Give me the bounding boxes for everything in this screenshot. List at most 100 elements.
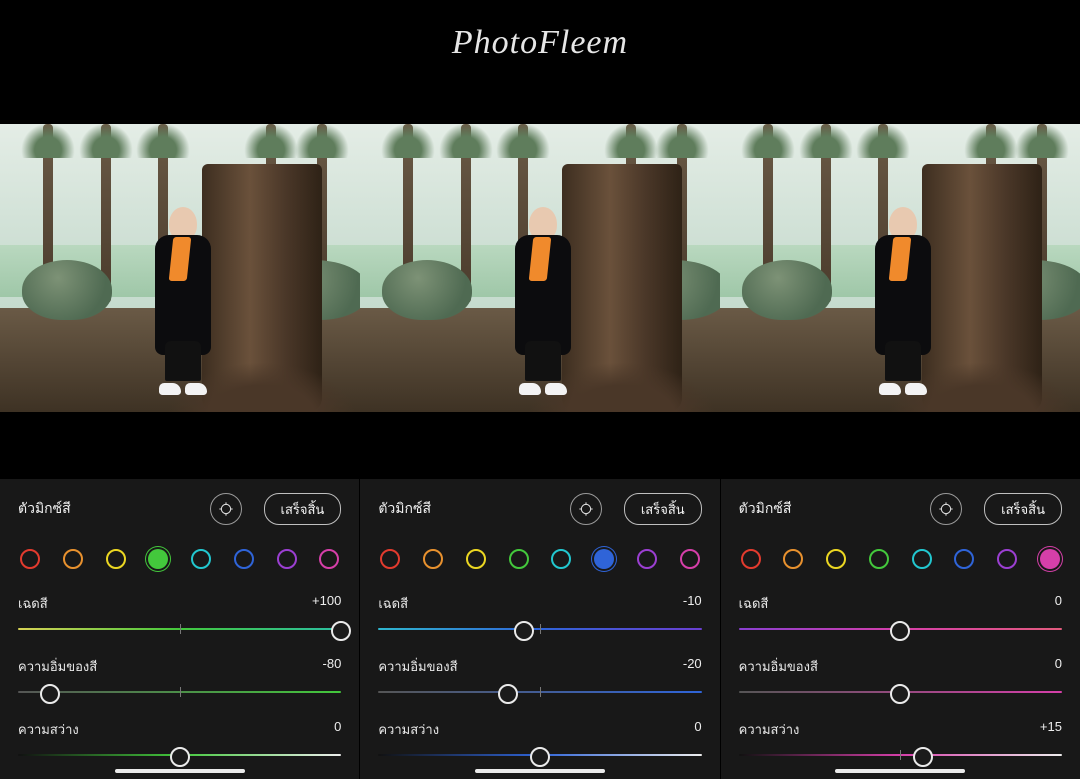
slider-row: ความอิ่มของสี -80 <box>18 656 341 699</box>
target-picker-button[interactable] <box>930 493 962 525</box>
color-swatch[interactable] <box>20 549 40 569</box>
color-mix-panel: ตัวมิกซ์สี เสร็จสิ้นเฉดสี +100 ความอิ่มของส… <box>0 479 359 779</box>
slider-value: -20 <box>683 656 702 677</box>
color-swatch[interactable] <box>319 549 339 569</box>
editor-panels-row: ตัวมิกซ์สี เสร็จสิ้นเฉดสี +100 ความอิ่มของส… <box>0 479 1080 779</box>
slider-value: +100 <box>312 593 341 614</box>
slider-row: เฉดสี 0 <box>739 593 1062 636</box>
color-swatch-row <box>741 549 1060 569</box>
slider-value: 0 <box>334 719 341 740</box>
target-icon <box>578 501 594 517</box>
slider-thumb[interactable] <box>498 684 518 704</box>
color-swatch[interactable] <box>869 549 889 569</box>
color-swatch[interactable] <box>954 549 974 569</box>
preview-image <box>360 124 720 412</box>
slider-thumb[interactable] <box>890 621 910 641</box>
done-button[interactable]: เสร็จสิ้น <box>984 493 1062 525</box>
target-picker-button[interactable] <box>570 493 602 525</box>
slider-label: ความอิ่มของสี <box>739 656 818 677</box>
target-icon <box>938 501 954 517</box>
panel-title: ตัวมิกซ์สี <box>378 498 431 520</box>
color-swatch[interactable] <box>997 549 1017 569</box>
color-swatch[interactable] <box>423 549 443 569</box>
slider-value: +15 <box>1040 719 1062 740</box>
color-swatch[interactable] <box>826 549 846 569</box>
slider-track[interactable] <box>739 622 1062 636</box>
color-swatch[interactable] <box>783 549 803 569</box>
color-swatch[interactable] <box>234 549 254 569</box>
color-swatch-row <box>380 549 699 569</box>
slider-row: ความอิ่มของสี 0 <box>739 656 1062 699</box>
slider-thumb[interactable] <box>331 621 351 641</box>
color-swatch[interactable] <box>594 549 614 569</box>
slider-thumb[interactable] <box>890 684 910 704</box>
slider-track[interactable] <box>378 622 701 636</box>
slider-label: เฉดสี <box>378 593 408 614</box>
slider-track[interactable] <box>18 748 341 762</box>
watermark-text: PhotoFleem <box>0 24 1080 62</box>
slider-thumb[interactable] <box>40 684 60 704</box>
home-indicator <box>115 769 245 773</box>
home-indicator <box>835 769 965 773</box>
color-swatch[interactable] <box>106 549 126 569</box>
slider-track[interactable] <box>739 748 1062 762</box>
slider-value: 0 <box>1055 593 1062 614</box>
slider-label: ความอิ่มของสี <box>18 656 97 677</box>
slider-row: เฉดสี -10 <box>378 593 701 636</box>
slider-thumb[interactable] <box>913 747 933 767</box>
slider-label: เฉดสี <box>739 593 769 614</box>
done-button[interactable]: เสร็จสิ้น <box>264 493 342 525</box>
app-root: PhotoFleem ตัวมิกซ์สี เสร็จสิ้นเฉดสี +100 ค… <box>0 0 1080 779</box>
slider-thumb[interactable] <box>514 621 534 641</box>
slider-label: ความสว่าง <box>739 719 800 740</box>
color-swatch[interactable] <box>912 549 932 569</box>
color-swatch[interactable] <box>741 549 761 569</box>
panel-title: ตัวมิกซ์สี <box>18 498 71 520</box>
slider-value: -10 <box>683 593 702 614</box>
slider-track[interactable] <box>18 685 341 699</box>
slider-label: เฉดสี <box>18 593 48 614</box>
target-icon <box>218 501 234 517</box>
slider-track[interactable] <box>378 685 701 699</box>
slider-label: ความสว่าง <box>378 719 439 740</box>
preview-strip <box>0 124 1080 412</box>
target-picker-button[interactable] <box>210 493 242 525</box>
slider-value: 0 <box>1055 656 1062 677</box>
slider-track[interactable] <box>18 622 341 636</box>
panel-header: ตัวมิกซ์สี เสร็จสิ้น <box>739 493 1062 525</box>
color-swatch[interactable] <box>551 549 571 569</box>
color-swatch[interactable] <box>277 549 297 569</box>
panel-title: ตัวมิกซ์สี <box>739 498 792 520</box>
slider-thumb[interactable] <box>170 747 190 767</box>
slider-row: ความอิ่มของสี -20 <box>378 656 701 699</box>
color-swatch[interactable] <box>380 549 400 569</box>
color-swatch[interactable] <box>509 549 529 569</box>
slider-row: ความสว่าง 0 <box>18 719 341 762</box>
slider-row: เฉดสี +100 <box>18 593 341 636</box>
slider-row: ความสว่าง +15 <box>739 719 1062 762</box>
slider-label: ความอิ่มของสี <box>378 656 457 677</box>
preview-image <box>720 124 1080 412</box>
slider-track[interactable] <box>739 685 1062 699</box>
color-swatch[interactable] <box>148 549 168 569</box>
preview-image <box>0 124 360 412</box>
color-swatch-row <box>20 549 339 569</box>
panel-header: ตัวมิกซ์สี เสร็จสิ้น <box>18 493 341 525</box>
color-swatch[interactable] <box>680 549 700 569</box>
color-mix-panel: ตัวมิกซ์สี เสร็จสิ้นเฉดสี -10 ความอิ่มของสี… <box>359 479 719 779</box>
color-swatch[interactable] <box>1040 549 1060 569</box>
home-indicator <box>475 769 605 773</box>
slider-thumb[interactable] <box>530 747 550 767</box>
color-swatch[interactable] <box>466 549 486 569</box>
slider-value: -80 <box>323 656 342 677</box>
slider-value: 0 <box>694 719 701 740</box>
color-swatch[interactable] <box>63 549 83 569</box>
color-swatch[interactable] <box>637 549 657 569</box>
slider-track[interactable] <box>378 748 701 762</box>
slider-row: ความสว่าง 0 <box>378 719 701 762</box>
slider-label: ความสว่าง <box>18 719 79 740</box>
panel-header: ตัวมิกซ์สี เสร็จสิ้น <box>378 493 701 525</box>
color-mix-panel: ตัวมิกซ์สีเสร็จสิ้นเฉดสี0ความอิ่มของสี0ค… <box>720 479 1080 779</box>
color-swatch[interactable] <box>191 549 211 569</box>
done-button[interactable]: เสร็จสิ้น <box>624 493 702 525</box>
